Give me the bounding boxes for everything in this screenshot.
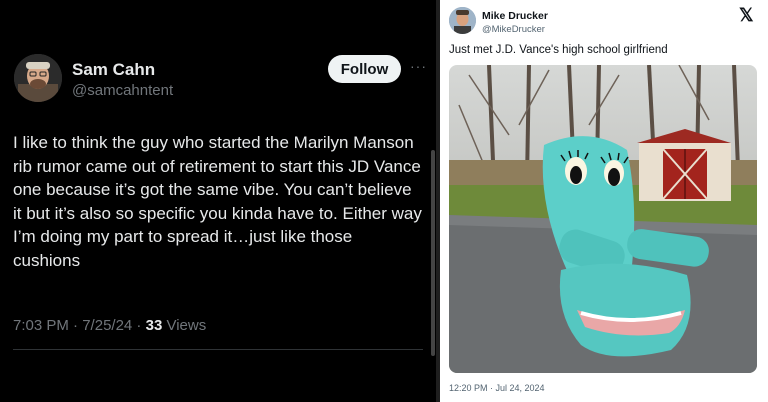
display-name[interactable]: Mike Drucker [482, 10, 548, 22]
handle[interactable]: @samcahntent [72, 82, 173, 99]
right-tweet-panel: Mike Drucker @MikeDrucker 𝕏 Just met J.D… [440, 0, 768, 402]
tweet-text: Just met J.D. Vance's high school girlfr… [449, 44, 668, 56]
more-options-icon[interactable]: ··· [410, 58, 427, 74]
avatar[interactable] [449, 7, 476, 34]
tweet-date[interactable]: 7/25/24 [82, 317, 132, 334]
views-count: 33 [145, 317, 163, 334]
tweet-timestamp[interactable]: 12:20 PM · Jul 24, 2024 [449, 383, 545, 393]
follow-button[interactable]: Follow [328, 55, 401, 83]
divider [13, 349, 423, 350]
scrollbar[interactable] [431, 150, 435, 356]
avatar[interactable] [14, 54, 62, 102]
tweet-meta: 7:03 PM · 7/25/24 · 33 Views [13, 317, 206, 334]
views-label: Views [162, 317, 207, 334]
display-name[interactable]: Sam Cahn [72, 60, 155, 80]
meta-separator: · [132, 317, 146, 334]
tweet-text: I like to think the guy who started the … [13, 133, 422, 270]
handle[interactable]: @MikeDrucker [482, 24, 545, 35]
tweet-photo[interactable] [449, 65, 757, 373]
left-tweet-panel: Sam Cahn @samcahntent Follow ··· I like … [0, 0, 436, 402]
tweet-time[interactable]: 7:03 PM [13, 317, 69, 334]
x-logo-icon: 𝕏 [739, 5, 754, 25]
meta-separator: · [68, 317, 83, 334]
